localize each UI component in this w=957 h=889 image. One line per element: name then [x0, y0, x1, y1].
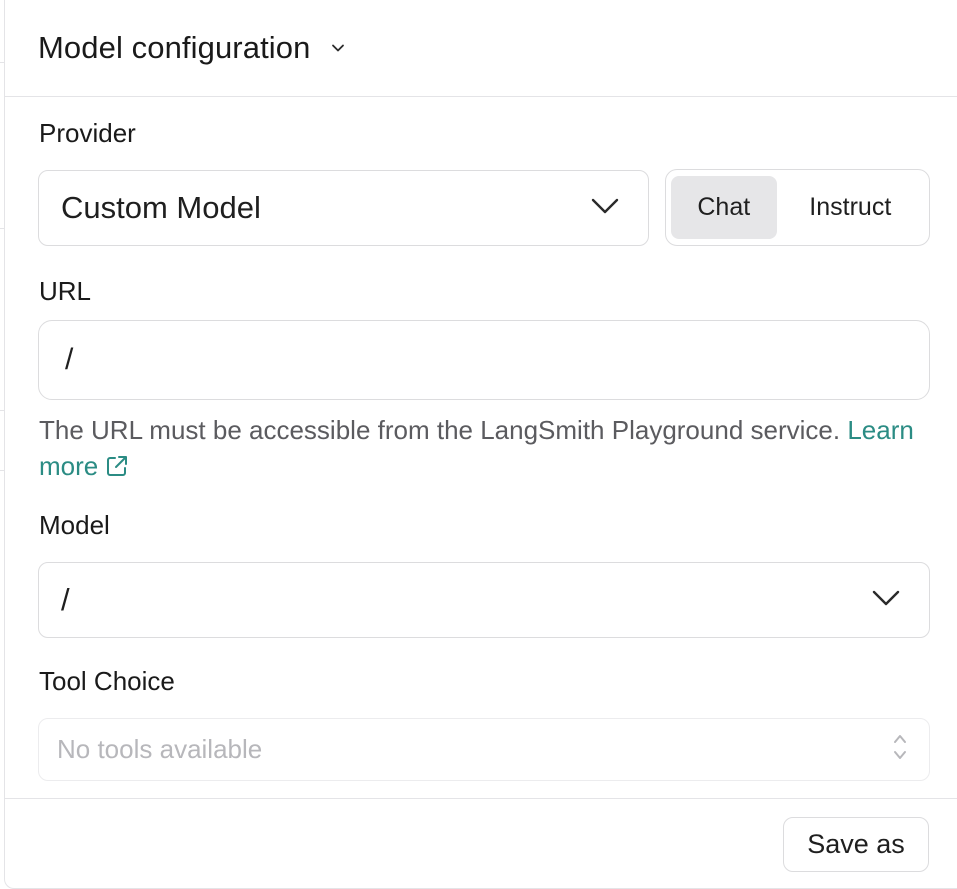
- tool-choice-select[interactable]: No tools available: [38, 718, 930, 781]
- url-helper-message: The URL must be accessible from the Lang…: [39, 415, 841, 445]
- chat-instruct-toggle: Chat Instruct: [665, 169, 930, 246]
- toggle-instruct-button[interactable]: Instruct: [777, 176, 924, 239]
- model-selected-value: /: [61, 582, 70, 617]
- panel-header[interactable]: Model configuration: [5, 0, 957, 97]
- chevrons-up-down-icon: [891, 731, 909, 768]
- panel-footer: Save as: [5, 798, 957, 888]
- url-input[interactable]: [38, 320, 930, 400]
- chevron-down-icon: [871, 589, 901, 612]
- save-as-button[interactable]: Save as: [783, 817, 929, 872]
- model-select[interactable]: /: [38, 562, 930, 638]
- url-label: URL: [39, 276, 92, 306]
- url-helper-text: The URL must be accessible from the Lang…: [39, 412, 919, 484]
- provider-selected-value: Custom Model: [61, 190, 261, 225]
- panel-title: Model configuration: [38, 30, 311, 65]
- chevron-down-icon[interactable]: [330, 40, 346, 56]
- chevron-down-icon: [590, 197, 620, 220]
- toggle-chat-button[interactable]: Chat: [671, 176, 777, 239]
- tool-choice-placeholder: No tools available: [57, 734, 263, 764]
- model-label: Model: [39, 510, 110, 540]
- provider-select[interactable]: Custom Model: [38, 170, 649, 246]
- provider-label: Provider: [39, 118, 136, 148]
- tool-choice-label: Tool Choice: [39, 666, 175, 696]
- model-configuration-panel: Model configuration Provider Custom Mode…: [4, 0, 957, 889]
- external-link-icon: [104, 452, 130, 478]
